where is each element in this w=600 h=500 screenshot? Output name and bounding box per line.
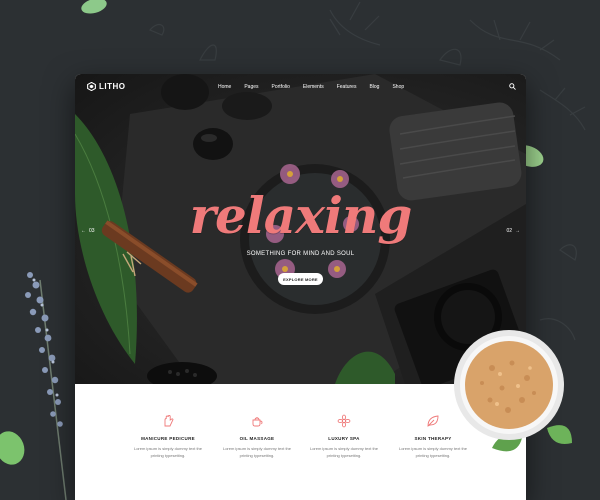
explore-more-button[interactable]: EXPLORE MORE <box>278 273 323 285</box>
nav-item-pages[interactable]: Pages <box>244 84 258 90</box>
hero-tagline: SOMETHING FOR MIND AND SOUL <box>246 251 355 257</box>
feature-description: Lorem ipsum is simply dummy text the pri… <box>133 446 203 458</box>
hand-icon <box>164 415 174 427</box>
brand-name: LITHO <box>99 82 126 91</box>
feature-title: LUXURY SPA <box>328 436 360 441</box>
top-navigation-bar: LITHO Home Pages Portfolio Elements Feat… <box>75 74 526 102</box>
main-menu: Home Pages Portfolio Elements Features B… <box>218 84 417 90</box>
nav-item-features[interactable]: Features <box>337 84 357 90</box>
feature-title: OIL MASSAGE <box>239 436 275 441</box>
teapot-icon <box>252 417 263 427</box>
salt-bowl-image <box>454 330 572 452</box>
feature-luxury-spa: LUXURY SPA Lorem ipsum is simply dummy t… <box>294 414 394 459</box>
nav-item-blog[interactable]: Blog <box>369 84 379 90</box>
feature-manicure-pedicure: MANICURE PEDICURE Lorem ipsum is simply … <box>118 414 218 459</box>
feature-description: Lorem ipsum is simply dummy text the pri… <box>222 446 292 458</box>
leaf-icon <box>427 415 439 427</box>
nav-item-shop[interactable]: Shop <box>392 84 404 90</box>
brand-logo[interactable]: LITHO <box>87 82 126 91</box>
logo-hexagon-icon <box>87 82 96 91</box>
feature-title: MANICURE PEDICURE <box>141 436 195 441</box>
nav-item-elements[interactable]: Elements <box>303 84 324 90</box>
search-icon[interactable] <box>509 83 516 90</box>
flower-icon <box>337 414 351 428</box>
nav-item-portfolio[interactable]: Portfolio <box>272 84 290 90</box>
feature-oil-massage: OIL MASSAGE Lorem ipsum is simply dummy … <box>207 414 307 459</box>
nav-item-home[interactable]: Home <box>218 84 231 90</box>
hero-headline: relaxing <box>189 186 413 245</box>
feature-description: Lorem ipsum is simply dummy text the pri… <box>309 446 379 458</box>
